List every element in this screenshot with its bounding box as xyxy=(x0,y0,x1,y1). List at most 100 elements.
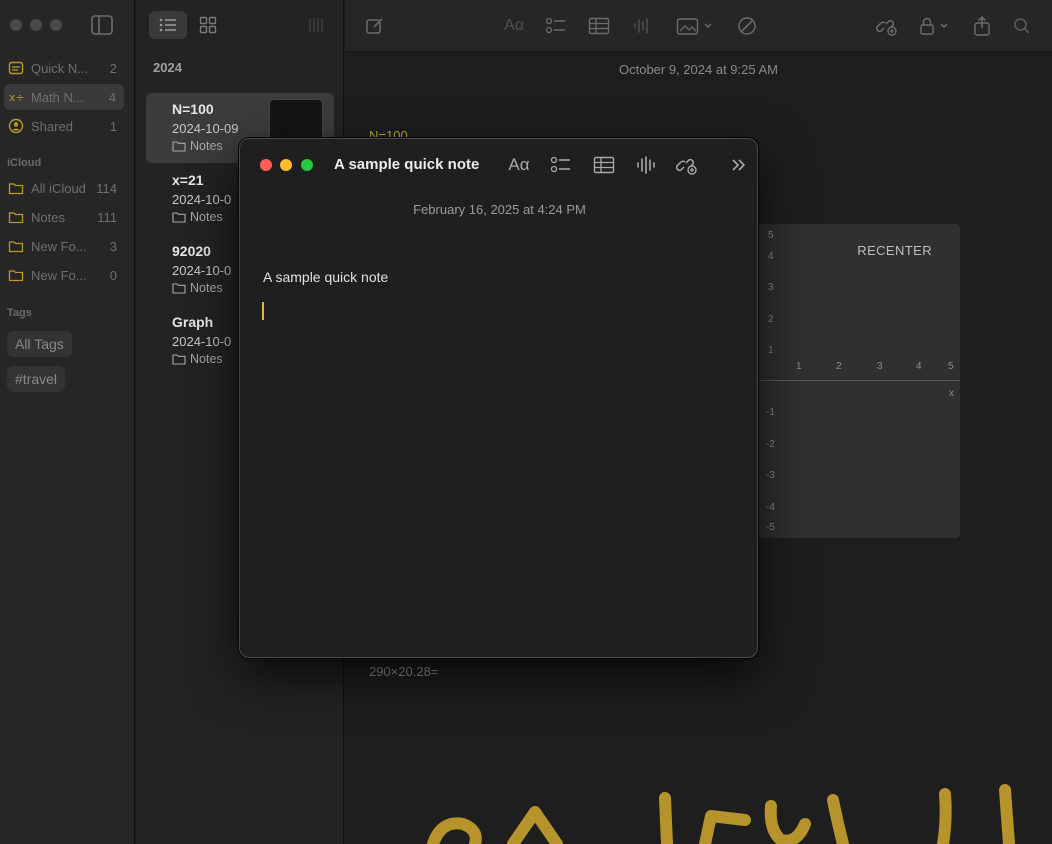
folder-icon xyxy=(8,241,24,253)
tag-travel[interactable]: #travel xyxy=(7,366,66,392)
sidebar-item-label: New Fo... xyxy=(31,238,87,254)
recenter-button[interactable]: RECENTER xyxy=(857,243,932,258)
tag-all-tags[interactable]: All Tags xyxy=(7,331,72,357)
note-folder-label: Notes xyxy=(190,210,223,224)
y-tick-label: 1 xyxy=(768,345,774,356)
text-cursor xyxy=(262,302,264,320)
sidebar-item-count: 3 xyxy=(109,238,117,254)
folder-icon xyxy=(172,283,186,294)
sidebar-item-quick-notes[interactable]: Quick N... 2 xyxy=(0,55,135,81)
format-button[interactable]: Aα xyxy=(500,14,528,38)
y-tick-label: -5 xyxy=(766,522,775,533)
x-tick-label: 5 xyxy=(948,361,954,372)
sidebar-item-count: 4 xyxy=(108,89,116,105)
share-button[interactable] xyxy=(970,14,994,38)
waveform-icon xyxy=(637,156,655,174)
sidebar-toggle-icon[interactable] xyxy=(90,14,114,36)
gallery-view-icon xyxy=(199,16,217,34)
checklist-icon xyxy=(545,17,565,34)
close-button-inactive[interactable] xyxy=(10,19,22,31)
x-tick-label: 2 xyxy=(836,361,842,372)
calculation-text: 290×20.28= xyxy=(369,664,439,679)
format-text-icon: Aα xyxy=(508,155,530,174)
lock-button[interactable] xyxy=(917,14,953,38)
note-folder: Notes xyxy=(172,281,223,295)
sidebar-item-label: All iCloud xyxy=(31,180,86,196)
more-tools-button[interactable] xyxy=(727,153,751,177)
note-folder: Notes xyxy=(172,139,223,153)
quick-note-date: February 16, 2025 at 4:24 PM xyxy=(413,202,586,217)
format-button[interactable]: Aα xyxy=(505,153,533,177)
list-view-button[interactable] xyxy=(149,11,187,39)
table-button[interactable] xyxy=(592,153,616,177)
gallery-view-button[interactable] xyxy=(189,11,227,39)
markup-icon xyxy=(738,17,756,35)
sidebar-item-shared[interactable]: Shared 1 xyxy=(0,113,135,139)
list-view-icon xyxy=(159,18,176,32)
y-tick-label: -4 xyxy=(766,502,775,513)
sidebar-section-tags: Tags xyxy=(7,307,32,319)
quick-notes-icon xyxy=(8,61,24,75)
note-title: 92020 xyxy=(172,243,211,259)
trash-icon[interactable] xyxy=(306,15,326,35)
table-button[interactable] xyxy=(587,14,611,38)
y-tick-label: -2 xyxy=(766,439,775,450)
note-date-header: October 9, 2024 at 9:25 AM xyxy=(619,62,778,77)
table-icon xyxy=(588,17,610,35)
sidebar-item-label: Math N... xyxy=(31,89,84,105)
share-icon xyxy=(974,15,990,36)
collaborate-icon xyxy=(876,19,897,36)
quick-note-body[interactable]: A sample quick note xyxy=(263,269,388,285)
math-notes-icon: x÷ xyxy=(9,91,24,104)
note-title: N=100 xyxy=(172,101,214,117)
svg-text:x÷: x÷ xyxy=(9,91,24,104)
math-graph[interactable]: RECENTER 5 4 3 2 1 1 2 3 4 5 x -1 -2 -3 … xyxy=(757,224,960,538)
checklist-button[interactable] xyxy=(549,153,573,177)
note-date: 2024-10-0 xyxy=(172,334,232,349)
audio-button[interactable] xyxy=(630,14,654,38)
sidebar-item-math-notes[interactable]: x÷ Math N... 4 xyxy=(4,84,124,110)
compose-button[interactable] xyxy=(363,14,387,38)
checklist-icon xyxy=(550,156,570,173)
sidebar-section-icloud: iCloud xyxy=(7,157,42,169)
collaborate-icon xyxy=(676,158,697,175)
markup-button[interactable] xyxy=(735,14,759,38)
folder-icon xyxy=(8,270,24,282)
sidebar-item-count: 0 xyxy=(109,267,117,283)
sidebar-item-notes[interactable]: Notes 111 xyxy=(0,204,135,230)
collaborate-button[interactable] xyxy=(875,14,899,38)
chevron-double-right-icon xyxy=(732,159,746,171)
photo-icon xyxy=(676,18,712,35)
zoom-button[interactable] xyxy=(301,159,313,171)
year-header: 2024 xyxy=(153,60,182,75)
format-text-icon: Aα xyxy=(504,17,524,34)
collaborate-button[interactable] xyxy=(675,153,699,177)
note-date: 2024-10-0 xyxy=(172,192,232,207)
y-tick-label: -3 xyxy=(766,470,775,481)
search-button[interactable] xyxy=(1010,14,1034,38)
audio-button[interactable] xyxy=(634,153,658,177)
folder-icon xyxy=(8,183,24,195)
checklist-button[interactable] xyxy=(544,14,568,38)
sidebar: Quick N... 2 x÷ Math N... 4 Shared 1 iCl… xyxy=(0,0,135,844)
zoom-button-inactive[interactable] xyxy=(50,19,62,31)
sidebar-item-label: Quick N... xyxy=(31,60,89,76)
folder-icon xyxy=(172,212,186,223)
sidebar-item-label: Shared xyxy=(31,118,73,134)
sidebar-item-label: New Fo... xyxy=(31,267,87,283)
note-date: 2024-10-0 xyxy=(172,263,232,278)
note-folder: Notes xyxy=(172,210,223,224)
sidebar-item-all-icloud[interactable]: All iCloud 114 xyxy=(0,175,135,201)
note-folder: Notes xyxy=(172,352,223,366)
minimize-button-inactive[interactable] xyxy=(30,19,42,31)
close-button[interactable] xyxy=(260,159,272,171)
minimize-button[interactable] xyxy=(280,159,292,171)
sidebar-item-new-folder-2[interactable]: New Fo... 0 xyxy=(0,262,135,288)
note-date: 2024-10-09 xyxy=(172,121,239,136)
y-tick-label: 5 xyxy=(768,230,774,241)
quick-note-window: A sample quick note Aα February 16, 2025… xyxy=(239,138,758,658)
folder-icon xyxy=(8,212,24,224)
x-tick-label: 3 xyxy=(877,361,883,372)
sidebar-item-new-folder[interactable]: New Fo... 3 xyxy=(0,233,135,259)
media-button[interactable] xyxy=(675,14,715,38)
